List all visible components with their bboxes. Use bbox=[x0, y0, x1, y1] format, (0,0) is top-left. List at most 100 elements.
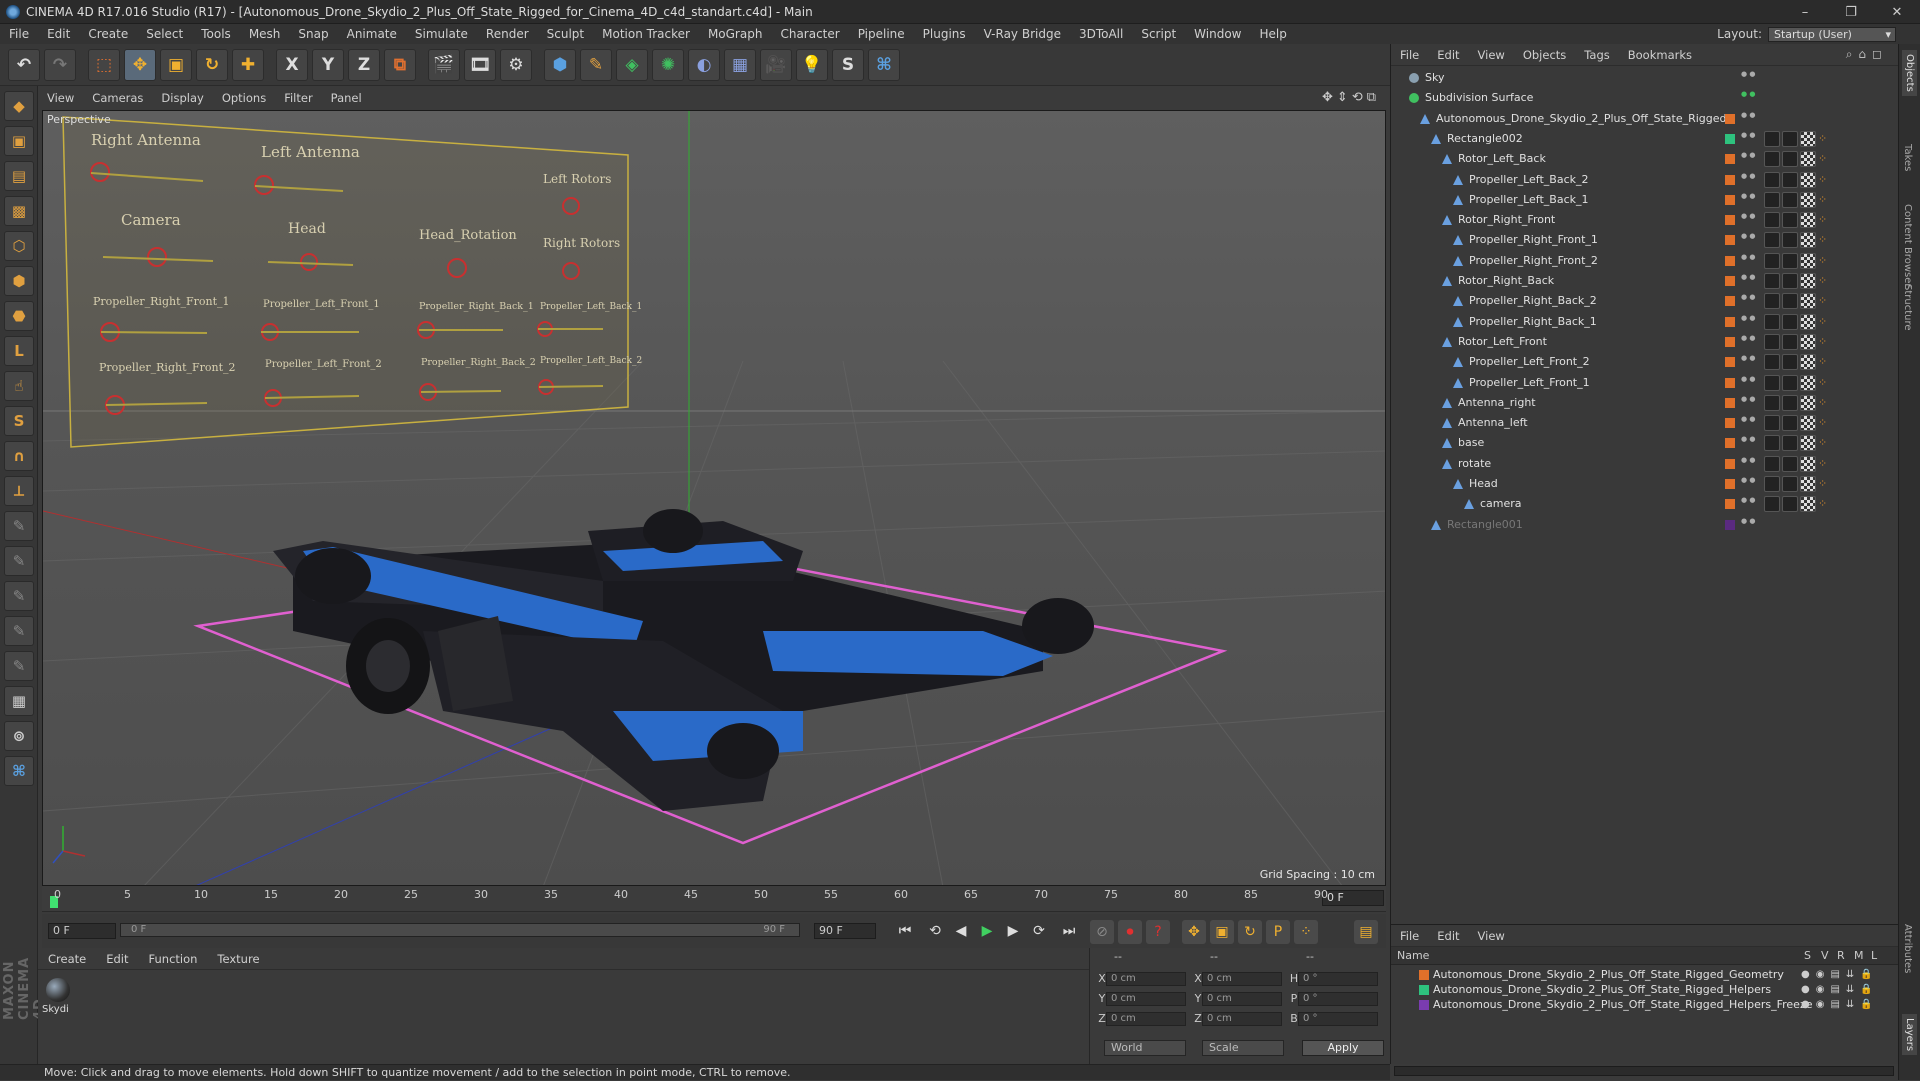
visibility-dots[interactable]: ● ● bbox=[1741, 131, 1755, 146]
layer-color-swatch[interactable] bbox=[1725, 235, 1735, 246]
texture-tag-icon[interactable] bbox=[1800, 455, 1816, 472]
material-tag-icon[interactable] bbox=[1782, 394, 1798, 411]
layer-color-swatch[interactable] bbox=[1725, 316, 1735, 327]
ik-tag-icon[interactable] bbox=[1764, 415, 1780, 432]
object-name[interactable]: Rectangle002 bbox=[1447, 129, 1523, 149]
key-position-icon[interactable]: ✥ bbox=[1182, 920, 1206, 944]
xpresso-tag-icon[interactable]: ⁘ bbox=[1818, 435, 1834, 451]
visibility-dots[interactable]: ● ● bbox=[1741, 294, 1755, 308]
menu-plugins[interactable]: Plugins bbox=[914, 27, 975, 41]
layer-color-swatch[interactable] bbox=[1725, 397, 1735, 408]
layer-color-swatch[interactable] bbox=[1725, 357, 1735, 368]
timeline-ruler[interactable]: 0 F 0 5 10 15 20 25 30 35 40 45 50 55 60 65 70 75 80 85 90 bbox=[42, 886, 1386, 912]
material-tag-icon[interactable] bbox=[1782, 333, 1798, 350]
object-name[interactable]: Head bbox=[1469, 474, 1498, 494]
layer-name[interactable]: Autonomous_Drone_Skydio_2_Plus_Off_State… bbox=[1433, 982, 1771, 997]
rig-control-panel[interactable] bbox=[62, 116, 629, 448]
material-tag-icon[interactable] bbox=[1782, 191, 1798, 208]
visibility-dots[interactable]: ● ● bbox=[1741, 436, 1755, 450]
viewport-menu-cameras[interactable]: Cameras bbox=[83, 91, 152, 105]
coordinate-system-icon[interactable]: ⧉ bbox=[384, 48, 416, 81]
previous-frame-icon[interactable]: ◀ bbox=[950, 920, 972, 942]
texture-tag-icon[interactable] bbox=[1800, 171, 1816, 188]
xpresso-tag-icon[interactable]: ⁘ bbox=[1818, 334, 1834, 350]
coord-value-field[interactable]: 0 cm bbox=[1202, 992, 1282, 1006]
object-row[interactable]: Rectangle002 ● ● ⁘ bbox=[1391, 129, 1899, 149]
visibility-dots[interactable]: ● ● bbox=[1741, 71, 1755, 85]
xpresso-tag-icon[interactable]: ⁘ bbox=[1818, 354, 1834, 370]
material-tag-icon[interactable] bbox=[1782, 232, 1798, 249]
xpresso-tag-icon[interactable]: ⁘ bbox=[1818, 131, 1834, 147]
object-row[interactable]: Rectangle001 ● ● bbox=[1391, 515, 1899, 535]
make-editable-icon[interactable]: ◆ bbox=[4, 91, 34, 121]
visibility-dots[interactable]: ● ● bbox=[1741, 456, 1755, 471]
ik-tag-icon[interactable] bbox=[1764, 273, 1780, 289]
ik-tag-icon[interactable] bbox=[1764, 435, 1780, 452]
object-menu-edit[interactable]: Edit bbox=[1428, 48, 1468, 62]
layer-color-swatch[interactable] bbox=[1725, 133, 1735, 144]
object-name[interactable]: Subdivision Surface bbox=[1425, 88, 1533, 108]
visibility-dots[interactable]: ● ● bbox=[1741, 172, 1755, 187]
smooth-brush-icon[interactable]: ✎ bbox=[4, 616, 34, 646]
texture-tag-icon[interactable] bbox=[1800, 354, 1816, 371]
xpresso-tag-icon[interactable]: ⁘ bbox=[1818, 212, 1834, 228]
cube-primitive-icon[interactable]: ⬢ bbox=[544, 48, 576, 81]
object-row[interactable]: Antenna_left ● ● ⁘ bbox=[1391, 413, 1899, 433]
texture-tag-icon[interactable] bbox=[1800, 313, 1816, 330]
object-name[interactable]: Rectangle001 bbox=[1447, 515, 1523, 535]
layer-color-swatch[interactable] bbox=[1725, 377, 1735, 388]
visibility-dots[interactable]: ● ● bbox=[1741, 233, 1755, 247]
object-row[interactable]: Rotor_Left_Front ● ● ⁘ bbox=[1391, 332, 1899, 352]
xpresso-tag-icon[interactable]: ⁘ bbox=[1818, 456, 1834, 472]
object-row[interactable]: base ● ● ⁘ bbox=[1391, 433, 1899, 453]
coord-value-field[interactable]: 0 cm bbox=[1106, 1012, 1186, 1026]
visibility-dots[interactable]: ● ● bbox=[1741, 111, 1755, 126]
menu-pipeline[interactable]: Pipeline bbox=[849, 27, 914, 41]
object-name[interactable]: Rotor_Left_Back bbox=[1458, 149, 1546, 169]
xpresso-tag-icon[interactable]: ⁘ bbox=[1818, 476, 1834, 492]
object-name[interactable]: base bbox=[1458, 433, 1484, 453]
layer-color-swatch[interactable] bbox=[1725, 296, 1735, 307]
layer-flag-icons[interactable]: ●◉▤⇊🔒 bbox=[1801, 997, 1879, 1012]
material-tag-icon[interactable] bbox=[1782, 374, 1798, 391]
maximize-button[interactable]: ❐ bbox=[1828, 0, 1874, 24]
minimize-button[interactable]: – bbox=[1782, 0, 1828, 24]
visibility-dots[interactable]: ● ● bbox=[1741, 416, 1755, 430]
texture-tag-icon[interactable] bbox=[1800, 333, 1816, 350]
perspective-viewport[interactable]: Right Antenna Left Antenna Left Rotors C… bbox=[42, 110, 1386, 886]
python-script-icon[interactable]: ⌘ bbox=[4, 756, 34, 786]
texture-tag-icon[interactable] bbox=[1800, 415, 1816, 432]
texture-tag-icon[interactable] bbox=[1800, 394, 1816, 411]
object-menu-file[interactable]: File bbox=[1391, 48, 1428, 62]
object-name[interactable]: camera bbox=[1480, 494, 1522, 514]
coord-value-field[interactable]: 0 cm bbox=[1202, 1012, 1282, 1026]
xpresso-tag-icon[interactable]: ⁘ bbox=[1818, 273, 1834, 289]
layer-flag-icons[interactable]: ●◉▤⇊🔒 bbox=[1801, 967, 1879, 982]
scale-mode-dropdown[interactable]: Scale bbox=[1202, 1040, 1284, 1056]
render-settings-icon[interactable]: ⚙ bbox=[500, 48, 532, 81]
horizontal-scrollbar[interactable] bbox=[1394, 1066, 1894, 1076]
object-name[interactable]: Propeller_Left_Front_2 bbox=[1469, 352, 1590, 372]
menu-simulate[interactable]: Simulate bbox=[406, 27, 477, 41]
layer-color-swatch[interactable] bbox=[1725, 499, 1735, 510]
layer-color-swatch[interactable] bbox=[1419, 985, 1429, 995]
start-frame-field[interactable]: 0 F bbox=[48, 923, 116, 939]
visibility-dots[interactable]: ● ● bbox=[1741, 375, 1755, 390]
layer-name[interactable]: Autonomous_Drone_Skydio_2_Plus_Off_State… bbox=[1433, 997, 1813, 1012]
current-frame-field[interactable]: 0 F bbox=[1322, 890, 1384, 906]
dock-tab-layers[interactable]: Layers bbox=[1902, 1014, 1917, 1056]
render-view-icon[interactable]: 🎬 bbox=[428, 48, 460, 81]
texture-tag-icon[interactable] bbox=[1800, 212, 1816, 229]
layer-menu-file[interactable]: File bbox=[1391, 929, 1428, 943]
layer-color-swatch[interactable] bbox=[1725, 255, 1735, 266]
end-frame-field[interactable]: 90 F bbox=[814, 923, 876, 939]
visibility-dots[interactable]: ● ● bbox=[1741, 91, 1755, 105]
material-tag-icon[interactable] bbox=[1782, 252, 1798, 269]
menu-render[interactable]: Render bbox=[477, 27, 538, 41]
material-tag-icon[interactable] bbox=[1782, 476, 1798, 492]
material-tag-icon[interactable] bbox=[1782, 293, 1798, 310]
visibility-dots[interactable]: ● ● bbox=[1741, 355, 1755, 369]
viewport-menu-panel[interactable]: Panel bbox=[322, 91, 371, 105]
visibility-dots[interactable]: ● ● bbox=[1741, 253, 1755, 268]
layer-row[interactable]: Autonomous_Drone_Skydio_2_Plus_Off_State… bbox=[1391, 997, 1899, 1012]
